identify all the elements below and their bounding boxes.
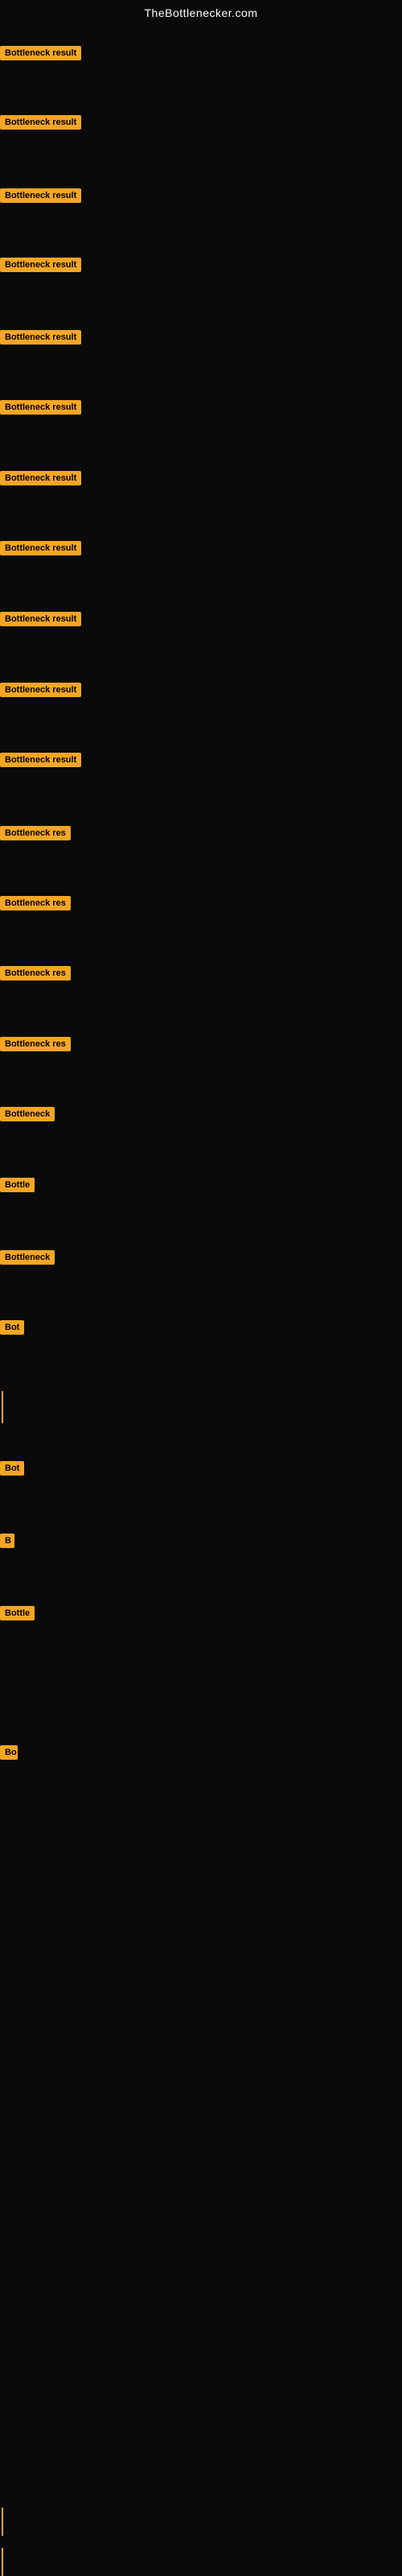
bottleneck-badge-row: Bottleneck result — [0, 115, 81, 134]
bottleneck-badge-row: Bottle — [0, 1606, 35, 1624]
bottleneck-result-badge[interactable]: Bottleneck — [0, 1250, 55, 1265]
bottleneck-result-badge[interactable]: Bottleneck result — [0, 46, 81, 60]
bottleneck-result-badge[interactable]: Bottleneck res — [0, 896, 71, 910]
bottleneck-badge-row: Bottleneck res — [0, 826, 71, 844]
bottleneck-badge-row: Bottleneck result — [0, 683, 81, 701]
bottleneck-result-badge[interactable]: Bottle — [0, 1178, 35, 1192]
bottleneck-result-badge[interactable]: Bot — [0, 1320, 24, 1335]
bottleneck-result-badge[interactable]: Bottleneck result — [0, 188, 81, 203]
bottleneck-result-badge[interactable]: Bottleneck result — [0, 471, 81, 485]
bottleneck-badge-row: Bottleneck result — [0, 400, 81, 419]
bottleneck-badge-row: Bottleneck result — [0, 330, 81, 349]
bottleneck-result-badge[interactable]: Bottleneck result — [0, 683, 81, 697]
bottleneck-badge-row: Bottleneck — [0, 1107, 55, 1125]
bottleneck-result-badge[interactable]: Bottleneck result — [0, 753, 81, 767]
bottleneck-result-badge[interactable]: Bottle — [0, 1606, 35, 1620]
site-title: TheBottlenecker.com — [0, 0, 402, 26]
vertical-line — [2, 2548, 3, 2576]
bottleneck-badge-row: Bottleneck result — [0, 188, 81, 207]
bottleneck-badge-row: Bottleneck — [0, 1250, 55, 1269]
bottleneck-result-badge[interactable]: Bottleneck result — [0, 258, 81, 272]
bottleneck-badge-row: Bottleneck res — [0, 966, 71, 985]
bottleneck-badge-row: Bottle — [0, 1178, 35, 1196]
bottleneck-badge-row: Bottleneck result — [0, 46, 81, 64]
bottleneck-badge-row: Bottleneck res — [0, 1037, 71, 1055]
bottleneck-badge-row: Bottleneck result — [0, 258, 81, 276]
bottleneck-result-badge[interactable]: Bottleneck result — [0, 400, 81, 415]
bottleneck-badge-row: Bottleneck result — [0, 541, 81, 559]
bottleneck-result-badge[interactable]: Bot — [0, 1461, 24, 1476]
bottleneck-badge-row: Bot — [0, 1461, 24, 1480]
vertical-line — [2, 1391, 3, 1423]
vertical-line — [2, 2508, 3, 2536]
bottleneck-badge-row: B — [0, 1534, 14, 1552]
bottleneck-result-badge[interactable]: Bottleneck result — [0, 115, 81, 130]
bottleneck-result-badge[interactable]: Bottleneck res — [0, 966, 71, 980]
bottleneck-result-badge[interactable]: Bottleneck — [0, 1107, 55, 1121]
bottleneck-badge-row: Bottleneck result — [0, 753, 81, 771]
bottleneck-result-badge[interactable]: Bo — [0, 1745, 18, 1760]
bottleneck-result-badge[interactable]: B — [0, 1534, 14, 1548]
bottleneck-badge-row: Bottleneck result — [0, 612, 81, 630]
bottleneck-result-badge[interactable]: Bottleneck result — [0, 330, 81, 345]
bottleneck-result-badge[interactable]: Bottleneck result — [0, 612, 81, 626]
bottleneck-badge-row: Bottleneck res — [0, 896, 71, 914]
bottleneck-result-badge[interactable]: Bottleneck res — [0, 826, 71, 840]
bottleneck-badge-row: Bottleneck result — [0, 471, 81, 489]
bottleneck-result-badge[interactable]: Bottleneck res — [0, 1037, 71, 1051]
bottleneck-badge-row: Bo — [0, 1745, 18, 1764]
bottleneck-badge-row: Bot — [0, 1320, 24, 1339]
bottleneck-result-badge[interactable]: Bottleneck result — [0, 541, 81, 555]
